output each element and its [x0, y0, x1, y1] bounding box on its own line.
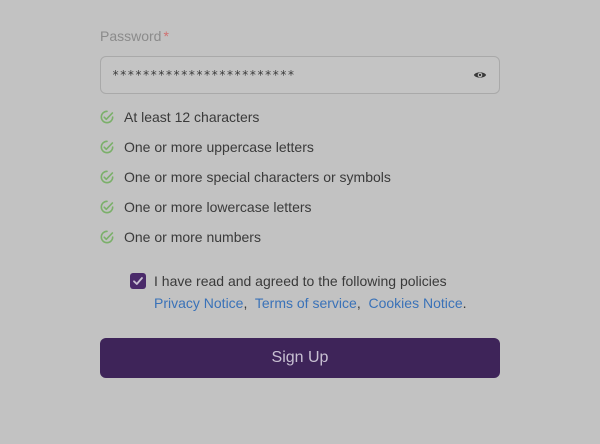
password-value: ************************ [112, 68, 295, 82]
check-circle-icon [100, 230, 114, 244]
policy-links: Privacy Notice, Terms of service, Cookie… [154, 292, 467, 314]
requirement-text: One or more lowercase letters [124, 199, 312, 215]
sign-up-button[interactable]: Sign Up [100, 338, 500, 378]
policy-checkbox[interactable] [130, 273, 146, 289]
link-separator: , [243, 295, 248, 311]
link-terminator: . [462, 295, 467, 311]
signup-form: Password * ************************ At le… [100, 26, 500, 378]
link-separator: , [356, 295, 361, 311]
password-input[interactable]: ************************ [100, 56, 500, 94]
requirement-text: At least 12 characters [124, 109, 260, 125]
requirement-item: One or more numbers [100, 222, 500, 252]
requirement-item: One or more uppercase letters [100, 132, 500, 162]
requirement-item: One or more lowercase letters [100, 192, 500, 222]
requirement-text: One or more special characters or symbol… [124, 169, 391, 185]
policy-text: I have read and agreed to the following … [154, 273, 447, 289]
cookies-notice-link[interactable]: Cookies Notice [368, 295, 462, 311]
requirement-item: One or more special characters or symbol… [100, 162, 500, 192]
checkmark-icon [133, 277, 143, 285]
eye-icon[interactable] [473, 68, 487, 82]
terms-of-service-link[interactable]: Terms of service [255, 295, 357, 311]
check-circle-icon [100, 110, 114, 124]
requirement-text: One or more uppercase letters [124, 139, 314, 155]
password-requirements: At least 12 characters One or more upper… [100, 102, 500, 252]
requirement-text: One or more numbers [124, 229, 261, 245]
password-label-text: Password [100, 28, 162, 44]
privacy-notice-link[interactable]: Privacy Notice [154, 295, 243, 311]
password-label: Password * [100, 26, 500, 46]
required-mark: * [163, 28, 169, 44]
check-circle-icon [100, 200, 114, 214]
requirement-item: At least 12 characters [100, 102, 500, 132]
check-circle-icon [100, 140, 114, 154]
check-circle-icon [100, 170, 114, 184]
